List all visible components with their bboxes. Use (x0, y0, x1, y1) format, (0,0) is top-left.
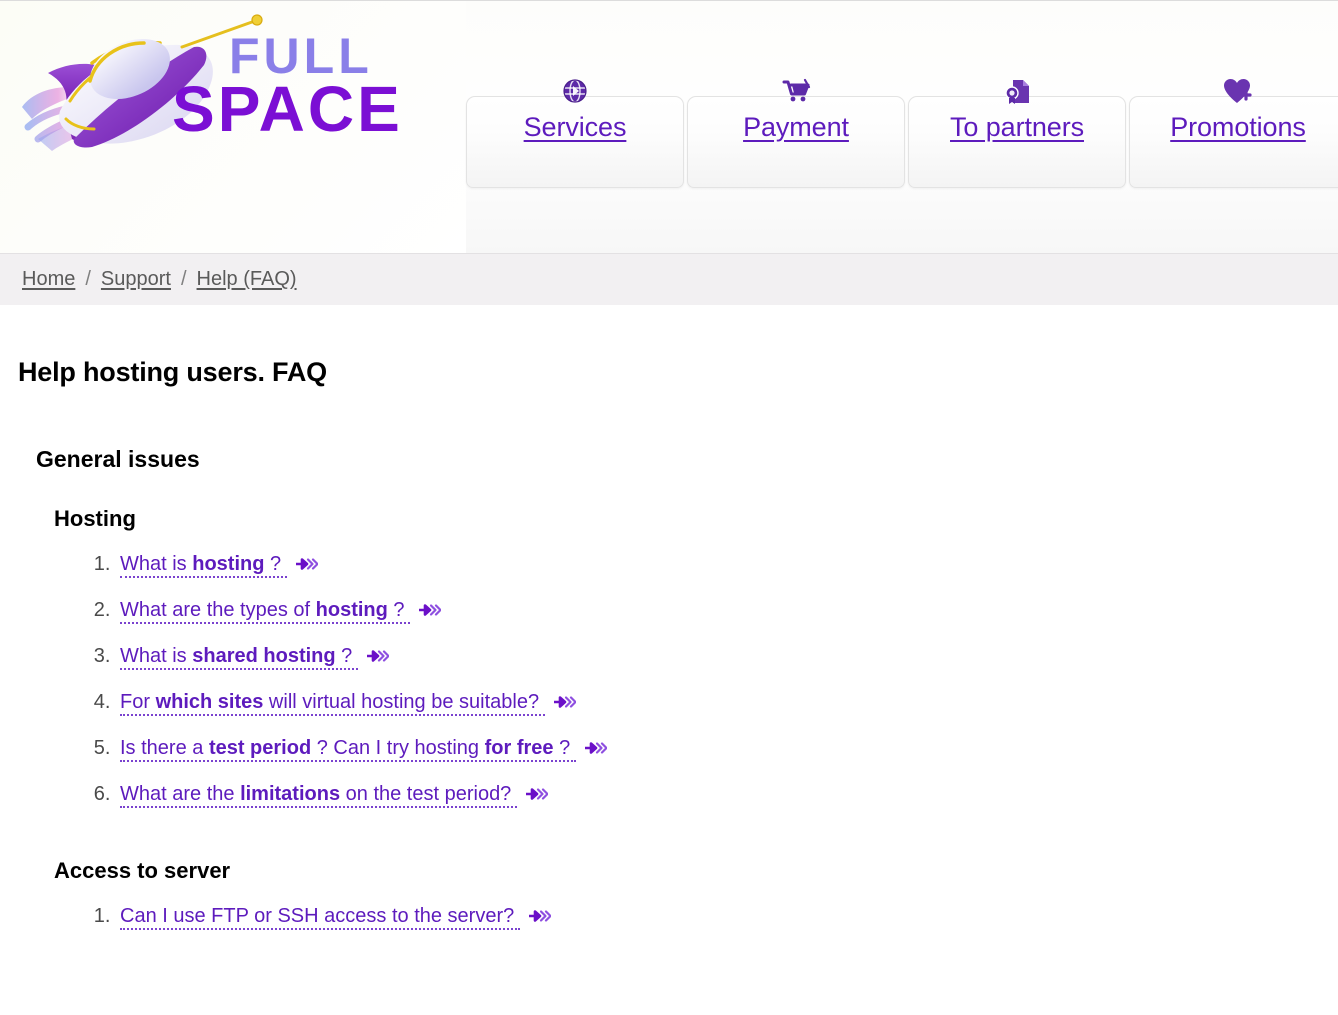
list-item: What are the limitations on the test per… (116, 783, 1338, 808)
faq-keyword: limitations (240, 783, 341, 805)
arrow-double-chevron-icon (366, 647, 390, 667)
faq-text: Can I use FTP or SSH access to the serve… (120, 905, 515, 927)
faq-text: will virtual hosting be suitable? (263, 691, 540, 713)
faq-link[interactable]: What is hosting ? (120, 553, 287, 578)
faq-text: ? (553, 737, 571, 759)
faq-text: ? (264, 553, 282, 575)
faq-link[interactable]: What is shared hosting ? (120, 645, 358, 670)
faq-keyword: hosting (315, 599, 388, 621)
arrow-double-chevron-icon (525, 785, 549, 805)
nav-tab-label: Promotions (1170, 112, 1306, 142)
faq-keyword: test period (208, 737, 312, 759)
arrow-double-chevron-icon (528, 907, 552, 927)
list-item: Can I use FTP or SSH access to the serve… (116, 905, 1338, 930)
arrow-double-chevron-icon (584, 739, 608, 759)
faq-text: What are the (120, 783, 241, 805)
nav-tab-services[interactable]: Services (466, 79, 684, 188)
breadcrumb-separator: / (85, 268, 91, 290)
heart-plus-icon (1130, 71, 1338, 105)
svg-text:SPACE: SPACE (172, 73, 399, 145)
nav-tab-label: Payment (743, 112, 849, 142)
faq-list-hosting: What is hosting ? What are the types of … (18, 532, 1338, 808)
document-award-icon (909, 71, 1125, 105)
main-navigation[interactable]: Services Payment To partners Promotions (466, 78, 1338, 188)
faq-keyword: for free (484, 737, 554, 759)
breadcrumb-item-home[interactable]: Home (22, 268, 75, 291)
faq-link[interactable]: Is there a test period ? Can I try hosti… (120, 737, 576, 762)
nav-tab-payment[interactable]: Payment (687, 78, 905, 188)
arrow-double-chevron-icon (553, 693, 577, 713)
faq-list-access-to-server: Can I use FTP or SSH access to the serve… (18, 884, 1338, 930)
faq-text: ? (387, 599, 405, 621)
faq-link[interactable]: For which sites will virtual hosting be … (120, 691, 545, 716)
faq-link[interactable]: What are the limitations on the test per… (120, 783, 517, 808)
breadcrumb-separator: / (180, 268, 187, 290)
globe-network-icon (467, 71, 683, 105)
faq-text: ? Can I try hosting (311, 737, 485, 759)
site-header: FULL SPACE Services Payment To partners … (0, 0, 1338, 253)
subsection-heading-hosting: Hosting (54, 506, 136, 531)
list-item: What are the types of hosting ? (116, 599, 1338, 624)
faq-text: What is (120, 645, 193, 667)
breadcrumb-item-support[interactable]: Support (101, 268, 171, 291)
nav-tab-label: To partners (950, 112, 1084, 142)
faq-keyword: shared hosting (192, 645, 336, 667)
arrow-double-chevron-icon (419, 601, 442, 621)
nav-tab-label: Services (523, 112, 627, 142)
shopping-cart-icon (688, 71, 904, 105)
breadcrumb-item-help-faq[interactable]: Help (FAQ) (197, 268, 297, 291)
faq-link[interactable]: What are the types of hosting ? (120, 599, 411, 624)
breadcrumb: Home / Support / Help (FAQ) (0, 253, 1338, 305)
section-heading-general-issues: General issues (36, 446, 200, 472)
site-logo[interactable]: FULL SPACE (14, 11, 399, 171)
nav-tab-promotions[interactable]: Promotions (1129, 79, 1338, 188)
faq-text: Is there a (120, 737, 209, 759)
list-item: What is shared hosting ? (116, 645, 1338, 670)
subsection-heading-access-to-server: Access to server (54, 858, 231, 883)
faq-text: What are the types of (120, 599, 316, 621)
list-item: Is there a test period ? Can I try hosti… (116, 737, 1338, 762)
faq-keyword: which sites (155, 691, 264, 713)
faq-text: What is (120, 553, 193, 575)
list-item: For which sites will virtual hosting be … (116, 691, 1338, 716)
arrow-double-chevron-icon (295, 555, 319, 575)
list-item: What is hosting ? (116, 553, 1338, 578)
faq-text: on the test period? (340, 783, 512, 805)
main-content: Help hosting users. FAQ General issues H… (0, 305, 1338, 930)
rocket-ufo-logo: FULL SPACE (22, 14, 399, 151)
faq-text: ? (335, 645, 353, 667)
faq-text: For (120, 691, 156, 713)
page-title: Help hosting users. FAQ (18, 357, 327, 387)
faq-keyword: hosting (192, 553, 265, 575)
nav-tab-to-partners[interactable]: To partners (908, 80, 1126, 188)
logo-area[interactable]: FULL SPACE (0, 1, 466, 253)
faq-link[interactable]: Can I use FTP or SSH access to the serve… (120, 905, 520, 930)
